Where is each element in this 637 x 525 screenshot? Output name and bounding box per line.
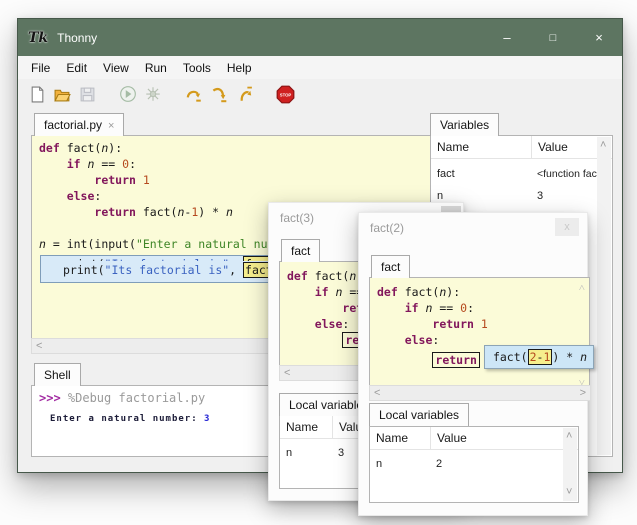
- menu-run[interactable]: Run: [137, 58, 175, 78]
- var-name: n: [431, 190, 531, 202]
- tab-local-variables[interactable]: Local variables: [369, 403, 469, 426]
- var-name: n: [280, 447, 332, 459]
- step-into-icon[interactable]: [208, 83, 230, 105]
- menu-tools[interactable]: Tools: [175, 58, 219, 78]
- tab-label: fact: [381, 260, 400, 274]
- run-script-icon[interactable]: [117, 83, 139, 105]
- locals-header: Name Value: [370, 427, 578, 450]
- fact2-code-area[interactable]: def fact(n): if n == 0: return 1 else: r…: [369, 277, 590, 393]
- fact2-hscrollbar[interactable]: ˂ ˃: [369, 385, 591, 401]
- shell-command: %Debug factorial.py: [68, 391, 205, 405]
- tab-variables[interactable]: Variables: [430, 113, 499, 136]
- tab-shell[interactable]: Shell: [34, 363, 81, 386]
- code-line: if n == 0:: [39, 156, 433, 172]
- stack-window-title: fact(3): [280, 211, 314, 225]
- variables-vscrollbar[interactable]: ˄: [597, 137, 611, 455]
- toolbar: STOP: [18, 79, 622, 109]
- menu-view[interactable]: View: [95, 58, 137, 78]
- minimize-button[interactable]: –: [484, 19, 530, 56]
- open-file-icon[interactable]: [51, 83, 73, 105]
- var-name: n: [370, 458, 430, 470]
- save-file-icon[interactable]: [76, 83, 98, 105]
- tab-label: Variables: [440, 118, 489, 132]
- scroll-left-icon[interactable]: ˂: [374, 388, 380, 399]
- scroll-up-icon[interactable]: ˄: [579, 282, 585, 293]
- scroll-up-icon[interactable]: ˄: [566, 431, 572, 442]
- code-line: returnfact(2-1) * n: [377, 348, 589, 364]
- column-name[interactable]: Name: [431, 140, 531, 154]
- code-line: def fact(n):: [377, 284, 589, 300]
- var-name: fact: [431, 168, 531, 180]
- table-row[interactable]: fact <function fact a: [431, 163, 612, 185]
- stop-icon[interactable]: STOP: [274, 83, 296, 105]
- window-title: Thonny: [57, 31, 97, 45]
- tab-fact[interactable]: fact: [371, 255, 410, 278]
- scroll-down-icon[interactable]: ˅: [566, 487, 572, 498]
- column-name[interactable]: Name: [370, 431, 430, 445]
- step-out-icon[interactable]: [233, 83, 255, 105]
- title-bar[interactable]: Tk Thonny – □ ×: [18, 19, 622, 56]
- locals-vscrollbar[interactable]: ˄ ˅: [563, 428, 577, 501]
- scroll-left-icon[interactable]: ˂: [284, 368, 290, 379]
- shell-io-text: Enter a natural number:: [50, 414, 204, 424]
- close-button[interactable]: ×: [576, 19, 622, 56]
- menu-edit[interactable]: Edit: [58, 58, 95, 78]
- tab-close-icon[interactable]: ×: [108, 120, 114, 132]
- table-row[interactable]: n 2: [370, 453, 578, 475]
- step-over-icon[interactable]: [183, 83, 205, 105]
- stack-window-title: fact(2): [370, 221, 404, 235]
- svg-text:STOP: STOP: [279, 92, 291, 97]
- window-controls: – □ ×: [484, 19, 622, 56]
- scroll-right-icon[interactable]: ˃: [580, 388, 586, 399]
- tab-label: fact: [291, 244, 310, 258]
- stack-window-fact2: fact(2) x fact def fact(n): if n == 0: r…: [358, 212, 588, 516]
- menu-help[interactable]: Help: [219, 58, 260, 78]
- fact2-code-lines: def fact(n): if n == 0: return 1 else: r…: [377, 284, 589, 364]
- code-line: def fact(n):: [39, 140, 433, 156]
- column-value[interactable]: Value: [430, 427, 578, 449]
- tab-label: Local variables: [379, 408, 459, 422]
- maximize-button[interactable]: □: [530, 19, 576, 56]
- tab-label: factorial.py: [44, 118, 102, 132]
- close-icon[interactable]: x: [555, 218, 579, 236]
- code-line: return 1: [377, 316, 589, 332]
- variables-header: Name Value: [431, 136, 612, 159]
- shell-io-value: 3: [204, 414, 210, 424]
- scroll-left-icon[interactable]: ˂: [36, 341, 42, 352]
- shell-prompt: >>>: [39, 391, 68, 405]
- tab-factorial-py[interactable]: factorial.py ×: [34, 113, 124, 136]
- var-value: 2: [430, 458, 442, 470]
- scroll-down-icon[interactable]: ˅: [579, 377, 585, 388]
- tab-fact[interactable]: fact: [281, 239, 320, 262]
- tab-label: Shell: [44, 368, 71, 382]
- var-value: 3: [531, 190, 543, 202]
- code-line: return 1: [39, 172, 433, 188]
- debug-script-icon[interactable]: [142, 83, 164, 105]
- new-file-icon[interactable]: [26, 83, 48, 105]
- column-name[interactable]: Name: [280, 420, 332, 434]
- code-line: if n == 0:: [377, 300, 589, 316]
- var-value: 3: [332, 447, 344, 459]
- menu-file[interactable]: File: [23, 58, 58, 78]
- fact2-locals-panel: Name Value n 2 ˄ ˅: [369, 426, 579, 503]
- var-value: <function fact a: [531, 168, 607, 180]
- menu-bar: File Edit View Run Tools Help: [18, 56, 622, 79]
- scroll-up-icon[interactable]: ˄: [600, 140, 606, 151]
- thonny-logo-icon: Tk: [28, 31, 48, 45]
